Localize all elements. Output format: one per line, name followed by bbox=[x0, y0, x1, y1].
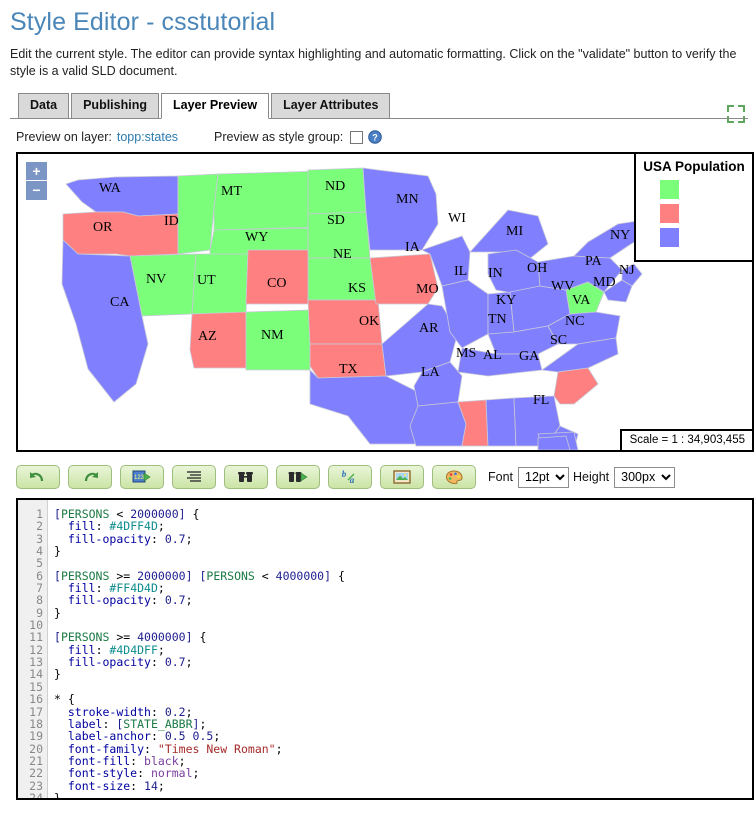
line-number: 24 bbox=[29, 790, 43, 800]
undo-icon bbox=[30, 472, 44, 482]
line-number: 11 bbox=[29, 630, 43, 645]
page-title: Style Editor - csstutorial bbox=[10, 8, 276, 36]
line-number: 17 bbox=[29, 704, 43, 719]
legend-swatch-green bbox=[660, 180, 679, 199]
code-line: fill-opacity: 0.7; bbox=[67, 531, 193, 546]
code-content[interactable]: [PERSONS < 2000000] { fill: #4DFF4D; fil… bbox=[48, 500, 752, 798]
zoom-out-button[interactable]: − bbox=[26, 181, 47, 200]
tab-bar: Data Publishing Layer Preview Layer Attr… bbox=[10, 93, 748, 119]
map-preview[interactable]: + − USA Population Scale = 1 : 34,903,45… bbox=[16, 152, 754, 452]
redo-icon bbox=[84, 472, 98, 482]
line-number: 22 bbox=[29, 766, 43, 781]
height-label: Height bbox=[573, 470, 610, 484]
code-line: } bbox=[54, 605, 61, 620]
tab-publishing[interactable]: Publishing bbox=[71, 93, 159, 119]
tab-layer-attributes[interactable]: Layer Attributes bbox=[271, 93, 391, 119]
line-number: 2 bbox=[36, 519, 43, 534]
goto-line-button[interactable]: 123 bbox=[120, 465, 164, 489]
legend-title: USA Population bbox=[643, 159, 745, 174]
preview-layer-link[interactable]: topp:states bbox=[117, 130, 178, 144]
insert-image-button[interactable] bbox=[380, 465, 424, 489]
undo-button[interactable] bbox=[16, 465, 60, 489]
style-group-label: Preview as style group: bbox=[214, 130, 344, 144]
find-next-button[interactable] bbox=[276, 465, 320, 489]
code-line: fill: #4DFF4D; bbox=[67, 519, 165, 534]
svg-text:?: ? bbox=[373, 133, 379, 143]
line-number: 8 bbox=[36, 593, 43, 608]
zoom-in-button[interactable]: + bbox=[26, 162, 47, 181]
code-line: } bbox=[54, 790, 61, 798]
code-line: [PERSONS >= 4000000] { bbox=[54, 630, 207, 645]
line-number: 14 bbox=[29, 667, 43, 682]
tab-data[interactable]: Data bbox=[18, 93, 70, 119]
style-editor-page: Style Editor - csstutorial Edit the curr… bbox=[0, 8, 756, 815]
editor-height-select[interactable]: 300px bbox=[614, 466, 676, 488]
line-number: 19 bbox=[29, 729, 43, 744]
legend-swatch-blue bbox=[660, 228, 679, 247]
redo-button[interactable] bbox=[68, 465, 112, 489]
help-question-icon[interactable]: ? bbox=[368, 130, 383, 144]
line-number: 16 bbox=[29, 692, 43, 707]
style-group-checkbox[interactable] bbox=[350, 130, 364, 144]
code-line: fill-opacity: 0.7; bbox=[67, 655, 193, 670]
svg-text:b: b bbox=[342, 469, 347, 479]
code-line: * { bbox=[54, 692, 75, 707]
color-picker-icon bbox=[445, 470, 463, 485]
line-number-gutter: 1 2 3 4 5 6 7 8 9 10 11 12 13 14 15 16 17 18 19 20 21 22 23 24 bbox=[18, 500, 48, 798]
map-scale-indicator: Scale = 1 : 34,903,455 bbox=[619, 429, 752, 450]
replace-button[interactable]: b a bbox=[328, 465, 372, 489]
map-legend: USA Population bbox=[634, 154, 752, 262]
tab-layer-preview[interactable]: Layer Preview bbox=[160, 93, 270, 119]
reformat-icon bbox=[187, 471, 201, 482]
find-icon bbox=[238, 472, 253, 482]
preview-layer-label: Preview on layer: bbox=[16, 130, 112, 144]
editor-toolbar: 123 b a Font 12pt Height 300px bbox=[16, 463, 748, 491]
font-label: Font bbox=[488, 470, 514, 484]
page-description: Edit the current style. The editor can p… bbox=[10, 47, 737, 78]
line-number: 5 bbox=[36, 556, 43, 571]
font-size-select[interactable]: 12pt bbox=[518, 466, 570, 488]
replace-icon: b a bbox=[342, 469, 355, 485]
color-picker-button[interactable] bbox=[432, 465, 476, 489]
svg-text:123: 123 bbox=[134, 475, 145, 481]
map-zoom-controls[interactable]: + − bbox=[26, 162, 47, 200]
code-line: } bbox=[54, 544, 61, 559]
code-line: font-size: 14; bbox=[67, 778, 165, 793]
reformat-button[interactable] bbox=[172, 465, 216, 489]
preview-options-bar: Preview on layer: topp:states Preview as… bbox=[16, 128, 748, 146]
css-code-editor[interactable]: 1 2 3 4 5 6 7 8 9 10 11 12 13 14 15 16 17 18 19 20 21 22 23 24 … bbox=[16, 498, 754, 800]
code-line: } bbox=[54, 667, 61, 682]
legend-swatch-red bbox=[660, 204, 679, 223]
code-line: fill-opacity: 0.7; bbox=[67, 593, 193, 608]
find-button[interactable] bbox=[224, 465, 268, 489]
goto-line-icon: 123 bbox=[132, 470, 151, 483]
code-line: font-style: normal; bbox=[67, 766, 200, 781]
insert-image-icon bbox=[393, 470, 411, 484]
find-next-icon bbox=[288, 472, 308, 482]
